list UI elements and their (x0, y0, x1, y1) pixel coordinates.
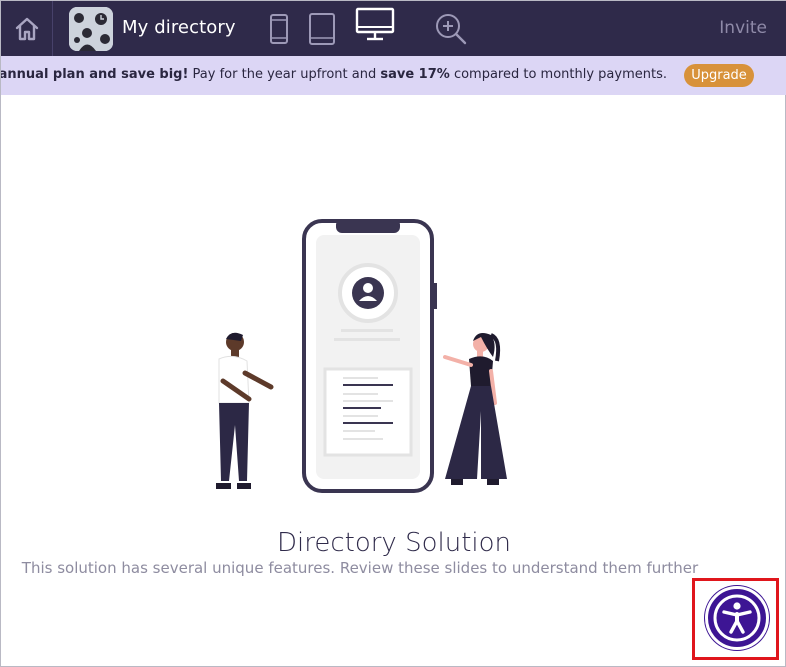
zoom-button[interactable] (433, 9, 469, 49)
app-title: My directory (122, 17, 236, 38)
directory-illustration (216, 219, 507, 493)
page-subheading: This solution has several unique feature… (21, 559, 699, 577)
accessibility-button[interactable] (705, 586, 769, 650)
banner-text-end: compared to monthly payments. (449, 67, 667, 82)
tablet-view-button[interactable] (307, 9, 337, 49)
app-avatar[interactable] (69, 7, 113, 51)
banner-text-mid: Pay for the year upfront and (188, 67, 381, 82)
top-bar: My directory Invite (1, 1, 786, 56)
banner-message: Upgrade to an annual plan and save big! … (1, 67, 667, 82)
desktop-view-button[interactable] (353, 5, 397, 45)
upgrade-button[interactable]: Upgrade (684, 64, 754, 87)
home-button[interactable] (1, 1, 53, 56)
app-frame: My directory Invite annual plan and save… (0, 0, 786, 667)
mobile-view-button[interactable] (267, 9, 291, 49)
zoom-in-icon (436, 14, 467, 45)
directory-app-icon (69, 7, 113, 51)
upgrade-banner: Upgrade to an annual plan and save big! … (1, 56, 786, 95)
home-icon (15, 17, 38, 40)
mobile-device-icon (270, 14, 288, 44)
accessibility-icon (713, 594, 761, 642)
page-heading: Directory Solution (276, 528, 511, 558)
invite-button[interactable]: Invite (719, 18, 767, 38)
banner-save: save 17% (380, 67, 450, 82)
tablet-device-icon (309, 13, 335, 45)
desktop-device-icon (355, 7, 395, 41)
banner-lead: Upgrade to an annual plan and save big! (1, 67, 189, 82)
